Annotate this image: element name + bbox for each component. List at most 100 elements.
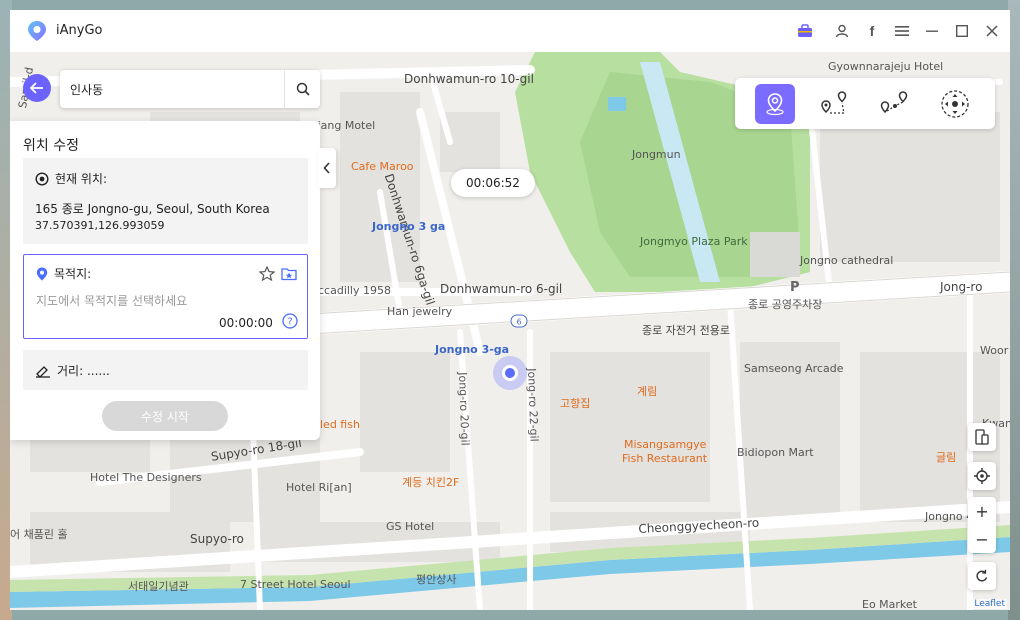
app-title: iAnyGo — [56, 23, 103, 38]
map-label: Donhwamun-ro 6-gil — [440, 282, 563, 296]
refresh-icon — [976, 569, 988, 582]
map-label: 계림 — [637, 385, 658, 398]
map-label: Jong-ro 20-gil — [456, 372, 472, 446]
map-label: 서태일기념관 — [128, 580, 189, 593]
facebook-icon[interactable]: f — [862, 21, 882, 41]
map-label: 평안상사 — [416, 573, 457, 586]
account-icon[interactable] — [832, 21, 852, 41]
distance-label: 거리: ...... — [57, 364, 110, 378]
menu-icon[interactable] — [892, 21, 912, 41]
destination-placeholder: 지도에서 목적지를 선택하세요 — [36, 294, 188, 308]
map-label: 어 채품린 홀 — [10, 528, 68, 541]
destination-label: 목적지: — [54, 267, 92, 281]
current-location-marker[interactable] — [493, 356, 527, 390]
map-label: 고향집 — [560, 397, 591, 410]
location-panel: 위치 수정 현재 위치: 165 종로 Jongno-gu, Seoul, So… — [10, 121, 320, 440]
map-label: Han jewelry — [387, 305, 453, 318]
map-attribution[interactable]: Leaflet — [972, 599, 1007, 609]
locate-me-button[interactable] — [968, 462, 996, 490]
map-label: Supyo-ro — [190, 532, 244, 546]
search-icon — [296, 82, 310, 96]
arrow-left-icon — [30, 82, 43, 94]
joystick-icon — [941, 90, 969, 118]
map-label: 종로 공영주차장 — [748, 298, 823, 311]
collapse-panel-button[interactable] — [318, 148, 336, 188]
ruler-icon — [36, 365, 50, 378]
map-label: Misangsamgye — [624, 438, 707, 451]
back-button[interactable] — [23, 74, 51, 102]
pin-icon — [36, 267, 48, 280]
map-label: Jongno cathedral — [800, 254, 894, 267]
zoom-control: + − — [968, 497, 996, 553]
search-input[interactable] — [70, 78, 280, 100]
map-label: 7 Street Hotel Seoul — [240, 578, 351, 591]
destination-card[interactable]: 목적지: 지도에서 목적지를 선택하세요 00:00:00 ? — [23, 254, 308, 339]
toolbox-icon[interactable] — [795, 21, 815, 41]
current-address: 165 종로 Jongno-gu, Seoul, South Korea — [35, 202, 270, 216]
map-label: Hotel Ri[an] — [286, 481, 352, 494]
multi-spot-route-icon — [880, 91, 908, 114]
target-icon — [35, 171, 49, 186]
minimize-icon[interactable] — [922, 21, 942, 41]
map-label: 계등 치킨2F — [402, 476, 460, 489]
parking-icon: P — [790, 280, 800, 293]
svg-text:6: 6 — [516, 318, 521, 327]
location-pin-icon — [766, 93, 784, 116]
zoom-in-button[interactable]: + — [968, 497, 996, 525]
two-spot-mode-button[interactable] — [815, 84, 855, 124]
route-badge-icon: 6 — [510, 314, 528, 328]
maximize-icon[interactable] — [952, 21, 972, 41]
map-label: led fish — [320, 418, 360, 431]
multi-spot-mode-button[interactable] — [875, 84, 915, 124]
crosshair-icon — [974, 468, 990, 484]
svg-text:P: P — [790, 280, 800, 293]
map-label: Gyownnarajeju Hotel — [828, 60, 944, 73]
current-location-card: 현재 위치: 165 종로 Jongno-gu, Seoul, South Ko… — [23, 158, 308, 244]
distance-card: 거리: ...... — [23, 350, 308, 390]
map-label: Jongno 3 ga — [372, 220, 446, 233]
reset-button[interactable] — [968, 562, 996, 590]
chevron-left-icon — [323, 162, 330, 174]
mode-toolbar — [735, 78, 995, 129]
search-button[interactable] — [284, 70, 320, 108]
map-label: Jong-ro — [940, 280, 983, 294]
app-logo-icon — [28, 21, 46, 41]
map-label: Woor — [980, 344, 1009, 357]
device-switch-button[interactable] — [968, 423, 996, 451]
help-icon[interactable]: ? — [282, 313, 298, 329]
teleport-mode-button[interactable] — [755, 84, 795, 124]
map-label: Fish Restaurant — [622, 452, 708, 465]
map-label: Jongmyo Plaza Park — [640, 235, 748, 248]
svg-text:?: ? — [287, 317, 292, 328]
map-label: Hotel The Designers — [90, 471, 202, 484]
map-label: Eo Market — [862, 598, 917, 610]
map-label: 종로 자전거 전용로 — [642, 324, 730, 337]
joystick-mode-button[interactable] — [935, 84, 975, 124]
map-label: GS Hotel — [386, 520, 435, 533]
map-label: Samseong Arcade — [744, 362, 844, 375]
app-window: iAnyGo f Donhwamun-ro 10-gil Gyownnaraje… — [10, 10, 1010, 610]
map-label: 글림 — [936, 451, 957, 464]
map-label: Jongno 3-ga — [435, 343, 510, 356]
map-label: Jongno 4 — [925, 510, 974, 523]
close-icon[interactable] — [982, 21, 1002, 41]
map-label: Bidiopon Mart — [737, 446, 814, 459]
map-label: Jong-ro 22-gil — [525, 368, 541, 442]
start-modify-button[interactable]: 수정 시작 — [102, 401, 228, 431]
map-label: ccadilly 1958 — [318, 284, 391, 297]
title-bar: iAnyGo f — [10, 10, 1010, 52]
current-coordinates: 37.570391,126.993059 — [35, 219, 165, 232]
device-icon — [975, 429, 989, 445]
saved-folder-icon[interactable] — [281, 266, 297, 281]
favorite-star-icon[interactable] — [259, 266, 275, 281]
panel-title: 위치 수정 — [23, 138, 79, 154]
map-label: Cafe Maroo — [351, 160, 414, 173]
map-label: Jongmun — [632, 148, 681, 161]
elapsed-timer: 00:06:52 — [451, 169, 535, 197]
destination-time: 00:00:00 — [219, 316, 273, 330]
two-spot-route-icon — [821, 91, 847, 114]
zoom-out-button[interactable]: − — [968, 525, 996, 553]
search-box — [60, 70, 320, 108]
map-label: Donhwamun-ro 10-gil — [404, 72, 534, 86]
current-location-label: 현재 위치: — [55, 172, 108, 186]
